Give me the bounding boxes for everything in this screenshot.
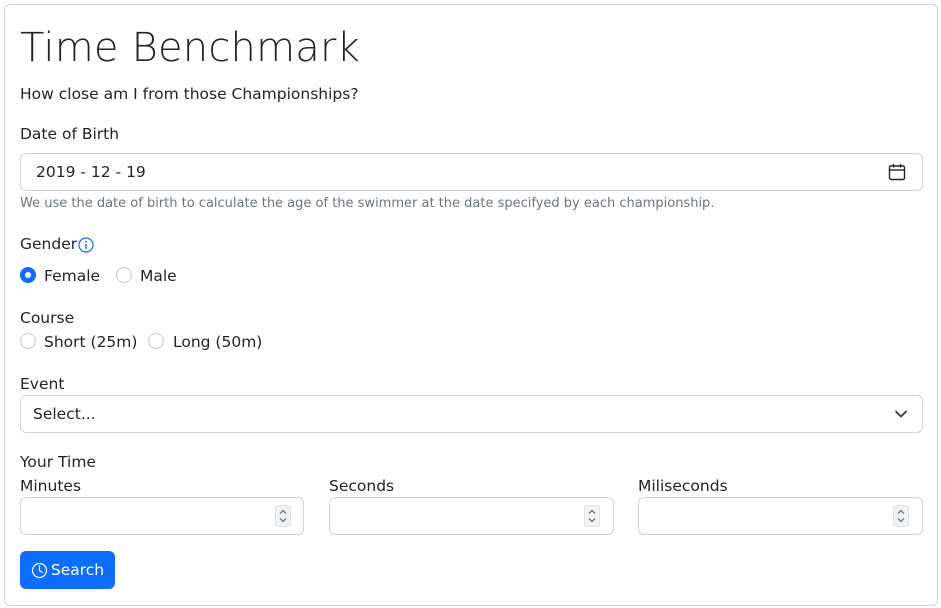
seconds-spinner-icon[interactable] [584,505,600,527]
event-label: Event [20,375,65,393]
info-icon[interactable] [78,237,94,253]
gender-female-label[interactable]: Female [44,266,100,286]
seconds-label: Seconds [329,477,395,495]
calendar-icon[interactable] [888,163,906,181]
course-short-label[interactable]: Short (25m) [44,332,137,352]
dob-value: 2019 - 12 - 19 [36,163,146,181]
minutes-spinner-icon[interactable] [275,505,291,527]
course-long-radio[interactable] [148,333,164,349]
benchmark-card: Time Benchmark How close am I from those… [4,4,938,606]
milliseconds-spinner-icon[interactable] [893,505,909,527]
dob-label: Date of Birth [20,125,120,143]
seconds-input[interactable] [329,497,614,535]
course-short-radio[interactable] [20,333,36,349]
clock-icon [31,562,47,578]
course-long-label[interactable]: Long (50m) [173,332,262,352]
milliseconds-label: Miliseconds [638,477,728,495]
search-button-label: Search [50,561,105,579]
minutes-label: Minutes [20,477,82,495]
dob-input[interactable]: 2019 - 12 - 19 [20,153,923,191]
chevron-down-icon [895,410,907,418]
page-subtitle: How close am I from those Championships? [20,85,359,103]
event-select[interactable]: Select... [20,395,923,433]
page-title: Time Benchmark [20,25,360,71]
course-label: Course [20,309,75,327]
minutes-input[interactable] [20,497,304,535]
gender-label: Gender [20,235,78,253]
gender-male-label[interactable]: Male [140,266,177,286]
gender-male-radio[interactable] [116,267,132,283]
your-time-label: Your Time [20,453,96,471]
dob-help-text: We use the date of birth to calculate th… [20,196,715,211]
milliseconds-input[interactable] [638,497,923,535]
gender-female-radio[interactable] [20,267,36,283]
search-button[interactable]: Search [20,551,115,589]
event-selected-value: Select... [33,405,96,423]
